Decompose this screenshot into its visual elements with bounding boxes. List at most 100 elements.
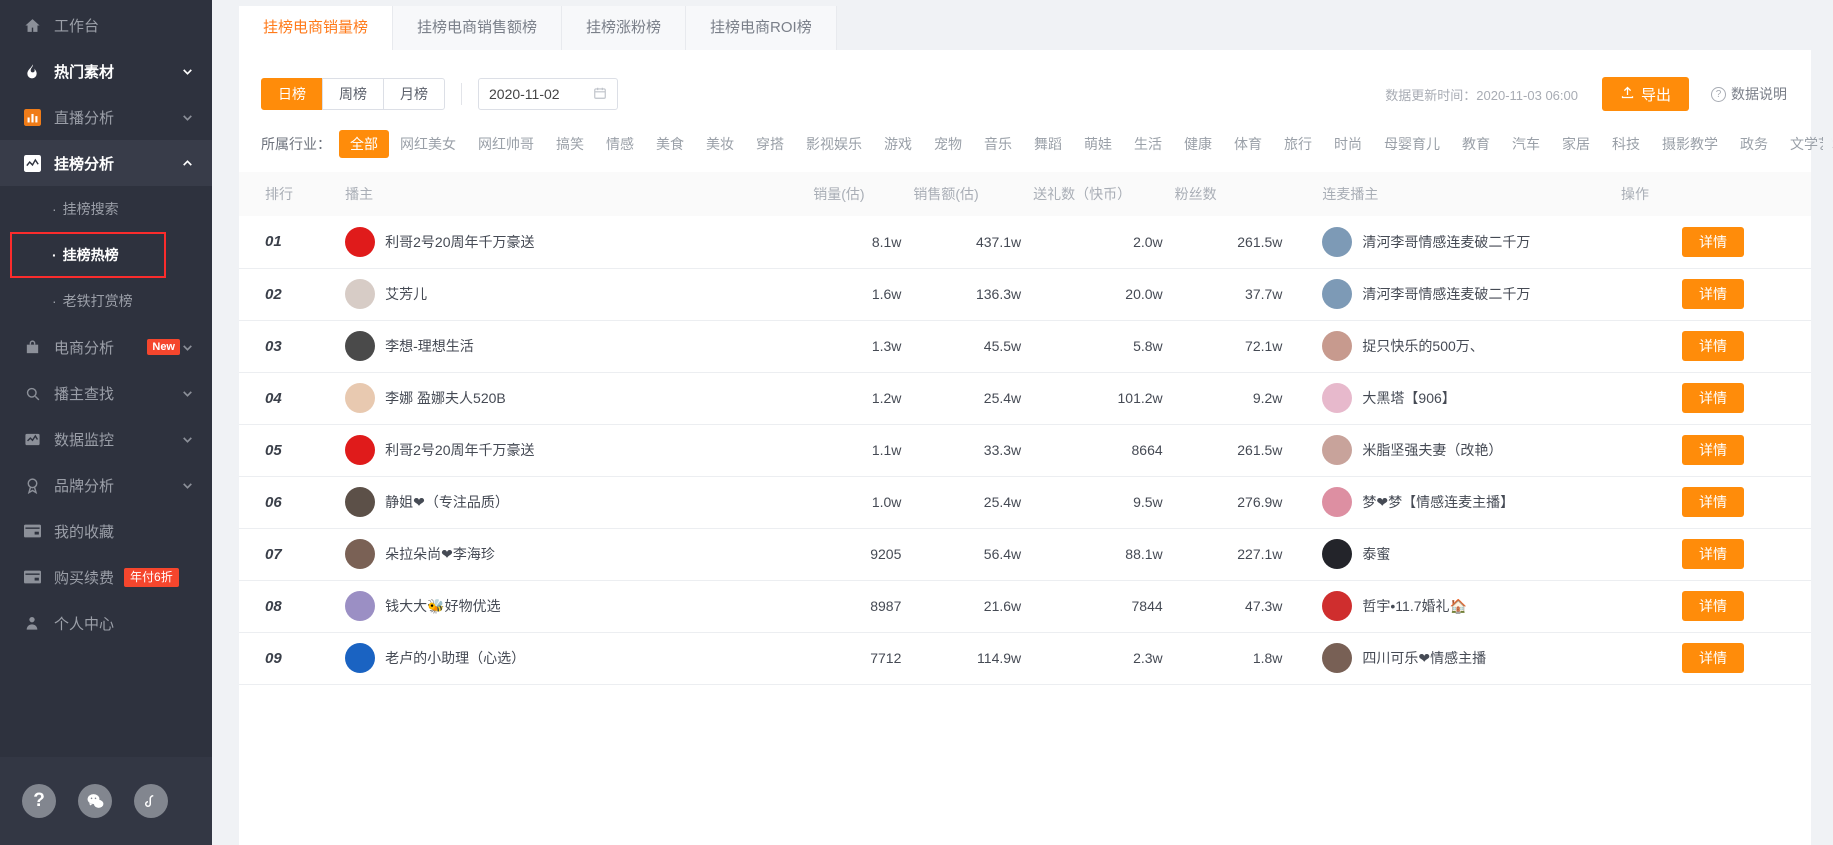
detail-button[interactable]: 详情 [1681,383,1744,413]
sidebar-item-personal-center[interactable]: 个人中心 [0,600,212,646]
chevron-up-icon[interactable] [180,156,194,170]
sidebar-item-favorites[interactable]: 我的收藏 [0,508,212,554]
sidebar-item-rank-analysis[interactable]: 挂榜分析 [0,140,212,186]
industry-item-23[interactable]: 科技 [1601,130,1651,158]
industry-item-22[interactable]: 家居 [1551,130,1601,158]
sidebar-item-label: 热门素材 [54,63,115,81]
sidebar-item-rank-search[interactable]: · 挂榜搜索 [0,186,212,232]
mic-host-name[interactable]: 米脂坚强夫妻（改艳） [1362,440,1502,460]
industry-item-12[interactable]: 舞蹈 [1023,130,1073,158]
mic-host-name[interactable]: 捉只快乐的500万、 [1362,336,1483,356]
host-name[interactable]: 李娜 盈娜夫人520B [385,388,506,408]
detail-button[interactable]: 详情 [1681,591,1744,621]
help-icon[interactable]: ? [22,784,56,818]
host-name[interactable]: 静姐❤（专注品质） [385,492,509,512]
detail-button[interactable]: 详情 [1681,279,1744,309]
mic-host-name[interactable]: 梦❤梦【情感连麦主播】 [1362,492,1514,512]
avatar [345,643,376,673]
wechat-icon[interactable] [78,784,112,818]
period-monthly-button[interactable]: 月榜 [383,78,445,110]
sidebar-item-label: 挂榜分析 [54,155,115,173]
industry-item-25[interactable]: 政务 [1729,130,1779,158]
export-button[interactable]: 导出 [1601,77,1689,111]
industry-item-2[interactable]: 网红帅哥 [467,130,545,158]
industry-item-15[interactable]: 健康 [1173,130,1223,158]
tab-ecommerce-revenue-rank[interactable]: 挂榜电商销售额榜 [393,6,563,50]
industry-item-13[interactable]: 萌娃 [1073,130,1123,158]
avatar [1322,279,1353,309]
industry-item-all[interactable]: 全部 [339,130,389,158]
cell-gifts: 20.0w [1027,268,1169,321]
sidebar-item-label: 数据监控 [54,431,115,449]
sidebar-item-ecommerce-analysis[interactable]: 电商分析 New [0,324,212,370]
tab-follower-growth-rank[interactable]: 挂榜涨粉榜 [562,6,687,50]
detail-button[interactable]: 详情 [1681,539,1744,569]
sidebar-item-data-monitor[interactable]: 数据监控 [0,416,212,462]
kuaishou-icon[interactable] [134,784,168,818]
data-description-link[interactable]: ? 数据说明 [1711,84,1787,104]
cell-rank: 02 [239,268,340,321]
host-name[interactable]: 利哥2号20周年千万豪送 [385,440,534,460]
chevron-down-icon[interactable] [180,432,194,446]
industry-item-14[interactable]: 生活 [1123,130,1173,158]
host-name[interactable]: 李想-理想生活 [385,336,474,356]
sidebar-item-label: 电商分析 [54,339,115,357]
industry-item-3[interactable]: 搞笑 [545,130,595,158]
host-name[interactable]: 艾芳儿 [385,284,427,304]
industry-item-18[interactable]: 时尚 [1323,130,1373,158]
chevron-down-icon[interactable] [180,340,194,354]
industry-item-7[interactable]: 穿搭 [745,130,795,158]
chevron-down-icon[interactable] [180,478,194,492]
industry-item-4[interactable]: 情感 [595,130,645,158]
table-row: 03 李想-理想生活 1.3w 45.5w 5.8w 72.1w 捉只快乐的500万、 详情 [239,320,1811,373]
tab-ecommerce-sales-rank[interactable]: 挂榜电商销量榜 [239,6,394,50]
sidebar-item-host-search[interactable]: 播主查找 [0,370,212,416]
chevron-down-icon[interactable] [180,110,194,124]
host-name[interactable]: 朵拉朵尚❤李海珍 [385,544,495,564]
chevron-down-icon[interactable] [180,64,194,78]
mic-host-name[interactable]: 哲宇•11.7婚礼🏠 [1362,596,1467,616]
industry-item-1[interactable]: 网红美女 [389,130,467,158]
date-picker[interactable]: 2020-11-02 [478,78,618,110]
industry-item-16[interactable]: 体育 [1223,130,1273,158]
sidebar-item-tip-rank[interactable]: · 老铁打赏榜 [0,278,212,324]
detail-button[interactable]: 详情 [1681,331,1744,361]
industry-item-8[interactable]: 影视娱乐 [795,130,873,158]
period-weekly-button[interactable]: 周榜 [322,78,384,110]
tab-ecommerce-roi-rank[interactable]: 挂榜电商ROI榜 [686,6,837,50]
sidebar-item-hot-material[interactable]: 热门素材 [0,48,212,94]
mic-host-name[interactable]: 大黑塔【906】 [1362,388,1455,408]
detail-button[interactable]: 详情 [1681,487,1744,517]
industry-item-11[interactable]: 音乐 [973,130,1023,158]
host-name[interactable]: 老卢的小助理（心选） [385,648,525,668]
industry-item-9[interactable]: 游戏 [873,130,923,158]
mic-host-name[interactable]: 清河李哥情感连麦破二千万 [1362,232,1530,252]
sidebar-item-rank-hot[interactable]: · 挂榜热榜 [0,232,212,278]
mic-host-name[interactable]: 四川可乐❤情感主播 [1362,648,1486,668]
host-name[interactable]: 利哥2号20周年千万豪送 [385,232,534,252]
industry-item-10[interactable]: 宠物 [923,130,973,158]
sidebar-item-brand-analysis[interactable]: 品牌分析 [0,462,212,508]
page-scrollbar[interactable] [1823,0,1831,845]
detail-button[interactable]: 详情 [1681,435,1744,465]
industry-item-5[interactable]: 美食 [645,130,695,158]
chevron-down-icon[interactable] [180,386,194,400]
date-picker-value: 2020-11-02 [489,86,560,102]
period-daily-button[interactable]: 日榜 [261,78,323,110]
detail-button[interactable]: 详情 [1681,643,1744,673]
industry-item-19[interactable]: 母婴育儿 [1373,130,1451,158]
sidebar-item-workbench[interactable]: 工作台 [0,2,212,48]
host-name[interactable]: 钱大大🐝好物优选 [385,596,500,616]
mic-host-name[interactable]: 泰蜜 [1362,544,1390,564]
industry-item-6[interactable]: 美妆 [695,130,745,158]
industry-item-20[interactable]: 教育 [1451,130,1501,158]
mic-host-name[interactable]: 清河李哥情感连麦破二千万 [1362,284,1530,304]
cell-action: 详情 [1614,476,1811,529]
sidebar-item-live-analysis[interactable]: 直播分析 [0,94,212,140]
industry-item-21[interactable]: 汽车 [1501,130,1551,158]
industry-item-17[interactable]: 旅行 [1273,130,1323,158]
detail-button[interactable]: 详情 [1681,226,1744,257]
industry-item-24[interactable]: 摄影教学 [1651,130,1729,158]
sidebar-item-purchase-renew[interactable]: 购买续费 年付6折 [0,554,212,600]
data-description-label: 数据说明 [1731,86,1787,102]
